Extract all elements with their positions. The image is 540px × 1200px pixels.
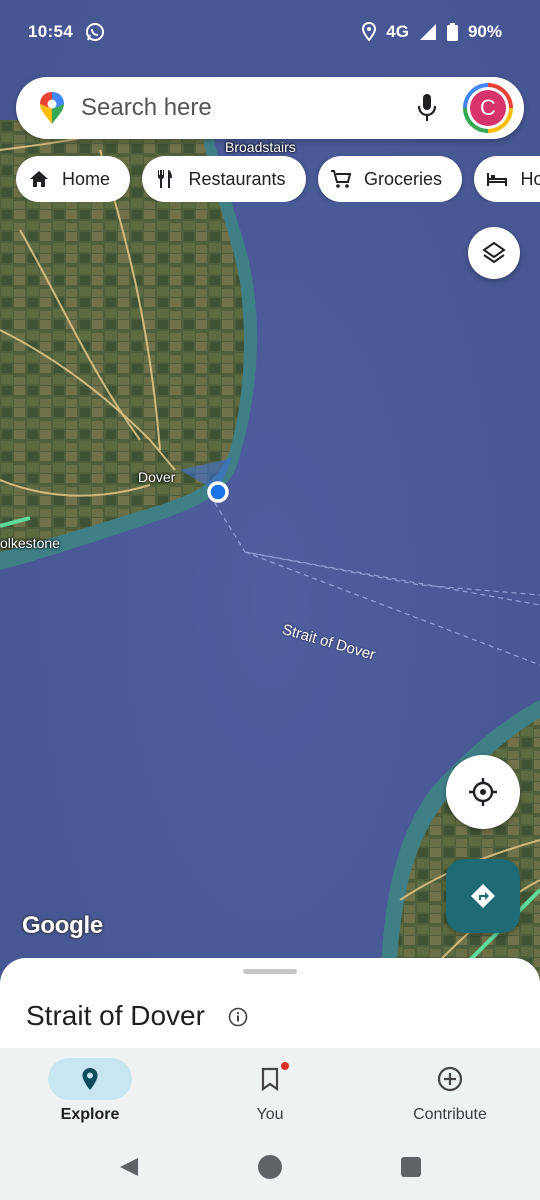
google-maps-logo-icon: [38, 91, 66, 125]
my-location-button[interactable]: [446, 755, 520, 829]
home-icon: [30, 171, 48, 187]
nav-you[interactable]: You: [180, 1048, 360, 1134]
chip-groceries[interactable]: Groceries: [317, 156, 463, 202]
map-label-broadstairs[interactable]: Broadstairs: [225, 139, 296, 155]
system-navigation-bar: [0, 1134, 540, 1200]
layers-button[interactable]: [468, 227, 520, 279]
place-sheet[interactable]: Strait of Dover: [0, 958, 540, 1053]
search-bar[interactable]: Search here C: [16, 77, 524, 139]
directions-button[interactable]: [446, 859, 520, 933]
chip-label: Restaurants: [188, 168, 286, 189]
chip-restaurants[interactable]: Restaurants: [142, 156, 306, 202]
chip-label: Groceries: [363, 168, 443, 189]
back-icon[interactable]: [118, 1156, 140, 1183]
place-title: Strait of Dover: [26, 1000, 205, 1031]
chip-label: Home: [62, 168, 111, 189]
cart-icon: [330, 170, 352, 188]
bottom-navigation: Explore You Contribute: [0, 1048, 540, 1134]
signal-icon: [419, 23, 437, 41]
status-bar: 10:54 4G 90%: [0, 0, 540, 64]
nav-explore[interactable]: Explore: [0, 1048, 180, 1134]
notification-dot: [281, 1062, 289, 1070]
chip-label: Ho: [520, 168, 540, 189]
recent-apps-icon[interactable]: [401, 1157, 421, 1177]
chip-home[interactable]: Home: [16, 156, 131, 202]
location-status-icon: [362, 22, 377, 42]
explore-pin-icon: [82, 1068, 98, 1090]
restaurant-icon: [158, 170, 173, 188]
add-circle-icon: [437, 1066, 463, 1092]
category-chips: Home Restaurants Groceries Ho: [16, 156, 540, 202]
map-label-dover[interactable]: Dover: [138, 469, 175, 485]
hotel-icon: [487, 173, 508, 186]
google-logo: Google: [22, 912, 103, 939]
microphone-icon[interactable]: [416, 92, 438, 124]
layers-icon: [482, 241, 506, 264]
whatsapp-icon: [85, 22, 105, 42]
bookmark-icon: [261, 1067, 279, 1092]
info-icon[interactable]: [228, 1007, 248, 1027]
nav-label: Explore: [60, 1106, 120, 1123]
nav-label: Contribute: [413, 1106, 487, 1123]
search-input[interactable]: Search here: [81, 94, 212, 122]
sheet-drag-handle[interactable]: [243, 969, 297, 974]
network-type: 4G: [386, 22, 409, 41]
home-circle-icon[interactable]: [258, 1155, 282, 1179]
map-label-folkestone[interactable]: olkestone: [0, 535, 60, 551]
battery-icon: [446, 23, 458, 41]
account-avatar[interactable]: C: [463, 83, 513, 133]
status-time: 10:54: [28, 22, 73, 41]
crosshair-icon: [469, 778, 497, 806]
nav-label: You: [256, 1106, 284, 1123]
battery-percent: 90%: [467, 22, 502, 41]
nav-contribute[interactable]: Contribute: [360, 1048, 540, 1134]
chip-hotels[interactable]: Ho: [474, 156, 540, 202]
current-location-dot: [207, 481, 229, 503]
directions-icon: [471, 884, 495, 908]
